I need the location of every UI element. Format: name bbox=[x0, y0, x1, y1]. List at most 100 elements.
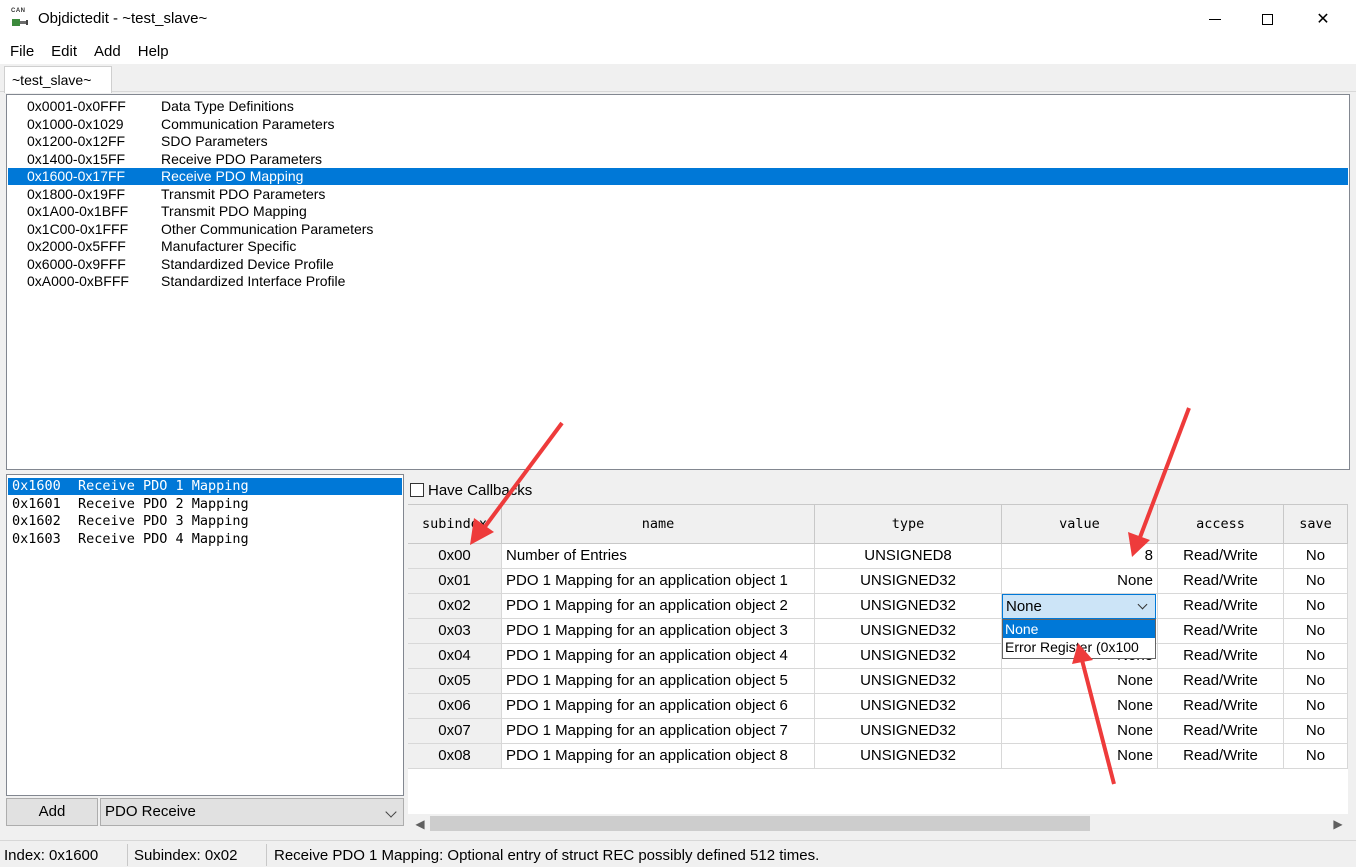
cell-save[interactable]: No bbox=[1284, 669, 1348, 694]
value-dropdown-list[interactable]: None Error Register (0x100 bbox=[1002, 619, 1156, 659]
cell-name[interactable]: PDO 1 Mapping for an application object … bbox=[502, 594, 815, 619]
cell-name[interactable]: PDO 1 Mapping for an application object … bbox=[502, 744, 815, 769]
dropdown-option[interactable]: None bbox=[1003, 620, 1155, 638]
index-range-value: 0x1000-0x1029 bbox=[27, 115, 124, 132]
index-range-item[interactable]: 0x1400-0x15FF Receive PDO Parameters bbox=[8, 151, 1348, 168]
cell-subindex[interactable]: 0x05 bbox=[408, 669, 502, 694]
index-range-item[interactable]: 0xA000-0xBFFF Standardized Interface Prof… bbox=[8, 273, 1348, 290]
cell-access[interactable]: Read/Write bbox=[1158, 569, 1284, 594]
minimize-button[interactable] bbox=[1190, 0, 1240, 38]
objdictedit-window: CAN Objdictedit - ~test_slave~ ✕ File Ed… bbox=[0, 0, 1356, 867]
tab-test-slave[interactable]: ~test_slave~ bbox=[4, 66, 112, 93]
cell-save[interactable]: No bbox=[1284, 619, 1348, 644]
index-range-item[interactable]: 0x1200-0x12FF SDO Parameters bbox=[8, 133, 1348, 150]
cell-save[interactable]: No bbox=[1284, 694, 1348, 719]
index-range-item[interactable]: 0x0001-0x0FFF Data Type Definitions bbox=[8, 98, 1348, 115]
cell-save[interactable]: No bbox=[1284, 719, 1348, 744]
subindex-grid[interactable]: subindex name type value access save 0x00 Numbe… bbox=[408, 504, 1348, 814]
add-button[interactable]: Add bbox=[6, 798, 98, 826]
menu-help[interactable]: Help bbox=[128, 43, 176, 60]
cell-subindex[interactable]: 0x08 bbox=[408, 744, 502, 769]
cell-save[interactable]: No bbox=[1284, 744, 1348, 769]
cell-value[interactable]: None bbox=[1002, 719, 1158, 744]
cell-value[interactable]: 8 bbox=[1002, 544, 1158, 569]
cell-value[interactable]: None bbox=[1002, 694, 1158, 719]
cell-save[interactable]: No bbox=[1284, 544, 1348, 569]
index-range-item[interactable]: 0x1000-0x1029 Communication Parameters bbox=[8, 116, 1348, 133]
cell-subindex[interactable]: 0x04 bbox=[408, 644, 502, 669]
index-range-item[interactable]: 0x1600-0x17FF Receive PDO Mapping bbox=[8, 168, 1348, 185]
scroll-right-icon[interactable]: ▶ bbox=[1328, 814, 1348, 834]
cell-name[interactable]: PDO 1 Mapping for an application object … bbox=[502, 669, 815, 694]
index-range-item[interactable]: 0x1A00-0x1BFF Transmit PDO Mapping bbox=[8, 203, 1348, 220]
menu-edit[interactable]: Edit bbox=[41, 43, 84, 60]
cell-value[interactable]: None bbox=[1002, 569, 1158, 594]
cell-access[interactable]: Read/Write bbox=[1158, 644, 1284, 669]
column-header-type[interactable]: type bbox=[815, 504, 1002, 544]
cell-access[interactable]: Read/Write bbox=[1158, 619, 1284, 644]
column-header-value[interactable]: value bbox=[1002, 504, 1158, 544]
index-entry-item[interactable]: 0x1602 Receive PDO 3 Mapping bbox=[8, 513, 402, 530]
cell-type[interactable]: UNSIGNED32 bbox=[815, 644, 1002, 669]
cell-access[interactable]: Read/Write bbox=[1158, 669, 1284, 694]
value-combobox[interactable]: None bbox=[1002, 594, 1156, 619]
column-header-name[interactable]: name bbox=[502, 504, 815, 544]
cell-type[interactable]: UNSIGNED32 bbox=[815, 619, 1002, 644]
cell-subindex[interactable]: 0x02 bbox=[408, 594, 502, 619]
index-range-item[interactable]: 0x2000-0x5FFF Manufacturer Specific bbox=[8, 238, 1348, 255]
cell-name[interactable]: PDO 1 Mapping for an application object … bbox=[502, 719, 815, 744]
cell-access[interactable]: Read/Write bbox=[1158, 719, 1284, 744]
cell-subindex[interactable]: 0x06 bbox=[408, 694, 502, 719]
cell-type[interactable]: UNSIGNED32 bbox=[815, 594, 1002, 619]
cell-subindex[interactable]: 0x07 bbox=[408, 719, 502, 744]
close-button[interactable]: ✕ bbox=[1298, 0, 1348, 38]
have-callbacks-row[interactable]: Have Callbacks bbox=[410, 480, 532, 500]
grid-horizontal-scrollbar[interactable]: ◀ ▶ bbox=[408, 814, 1348, 834]
cell-access[interactable]: Read/Write bbox=[1158, 594, 1284, 619]
cell-type[interactable]: UNSIGNED32 bbox=[815, 694, 1002, 719]
cell-name[interactable]: PDO 1 Mapping for an application object … bbox=[502, 569, 815, 594]
menu-add[interactable]: Add bbox=[84, 43, 128, 60]
maximize-button[interactable] bbox=[1242, 0, 1292, 38]
cell-subindex[interactable]: 0x01 bbox=[408, 569, 502, 594]
index-range-item[interactable]: 0x1C00-0x1FFF Other Communication Paramet… bbox=[8, 221, 1348, 238]
cell-type[interactable]: UNSIGNED32 bbox=[815, 569, 1002, 594]
have-callbacks-checkbox[interactable] bbox=[410, 483, 424, 497]
index-range-item[interactable]: 0x6000-0x9FFF Standardized Device Profile bbox=[8, 256, 1348, 273]
index-entry-list[interactable]: 0x1600 Receive PDO 1 Mapping 0x1601 Receive… bbox=[6, 474, 404, 796]
cell-subindex[interactable]: 0x00 bbox=[408, 544, 502, 569]
cell-name[interactable]: Number of Entries bbox=[502, 544, 815, 569]
window-title: Objdictedit - ~test_slave~ bbox=[38, 10, 208, 27]
index-range-item[interactable]: 0x1800-0x19FF Transmit PDO Parameters bbox=[8, 186, 1348, 203]
cell-type[interactable]: UNSIGNED32 bbox=[815, 744, 1002, 769]
index-range-list[interactable]: 0x0001-0x0FFF Data Type Definitions 0x1000… bbox=[6, 94, 1350, 470]
cell-access[interactable]: Read/Write bbox=[1158, 694, 1284, 719]
menu-file[interactable]: File bbox=[0, 43, 41, 60]
cell-type[interactable]: UNSIGNED32 bbox=[815, 719, 1002, 744]
index-entry-item[interactable]: 0x1601 Receive PDO 2 Mapping bbox=[8, 496, 402, 513]
entry-type-select[interactable]: PDO Receive bbox=[100, 798, 404, 826]
cell-type[interactable]: UNSIGNED8 bbox=[815, 544, 1002, 569]
cell-save[interactable]: No bbox=[1284, 594, 1348, 619]
column-header-access[interactable]: access bbox=[1158, 504, 1284, 544]
column-header-subindex[interactable]: subindex bbox=[408, 504, 502, 544]
cell-access[interactable]: Read/Write bbox=[1158, 744, 1284, 769]
cell-type[interactable]: UNSIGNED32 bbox=[815, 669, 1002, 694]
cell-save[interactable]: No bbox=[1284, 644, 1348, 669]
cell-name[interactable]: PDO 1 Mapping for an application object … bbox=[502, 619, 815, 644]
index-entry-item[interactable]: 0x1603 Receive PDO 4 Mapping bbox=[8, 531, 402, 548]
cell-save[interactable]: No bbox=[1284, 569, 1348, 594]
cell-name[interactable]: PDO 1 Mapping for an application object … bbox=[502, 694, 815, 719]
scroll-left-icon[interactable]: ◀ bbox=[410, 814, 430, 834]
dropdown-option[interactable]: Error Register (0x100 bbox=[1003, 638, 1155, 656]
scrollbar-thumb[interactable] bbox=[430, 816, 1090, 831]
cell-subindex[interactable]: 0x03 bbox=[408, 619, 502, 644]
cell-value[interactable]: None bbox=[1002, 744, 1158, 769]
cell-value[interactable]: None bbox=[1002, 669, 1158, 694]
column-header-save[interactable]: save bbox=[1284, 504, 1348, 544]
status-separator bbox=[266, 844, 267, 866]
cell-access[interactable]: Read/Write bbox=[1158, 544, 1284, 569]
index-range-label: Transmit PDO Mapping bbox=[161, 203, 307, 219]
cell-name[interactable]: PDO 1 Mapping for an application object … bbox=[502, 644, 815, 669]
index-entry-item[interactable]: 0x1600 Receive PDO 1 Mapping bbox=[8, 478, 402, 495]
